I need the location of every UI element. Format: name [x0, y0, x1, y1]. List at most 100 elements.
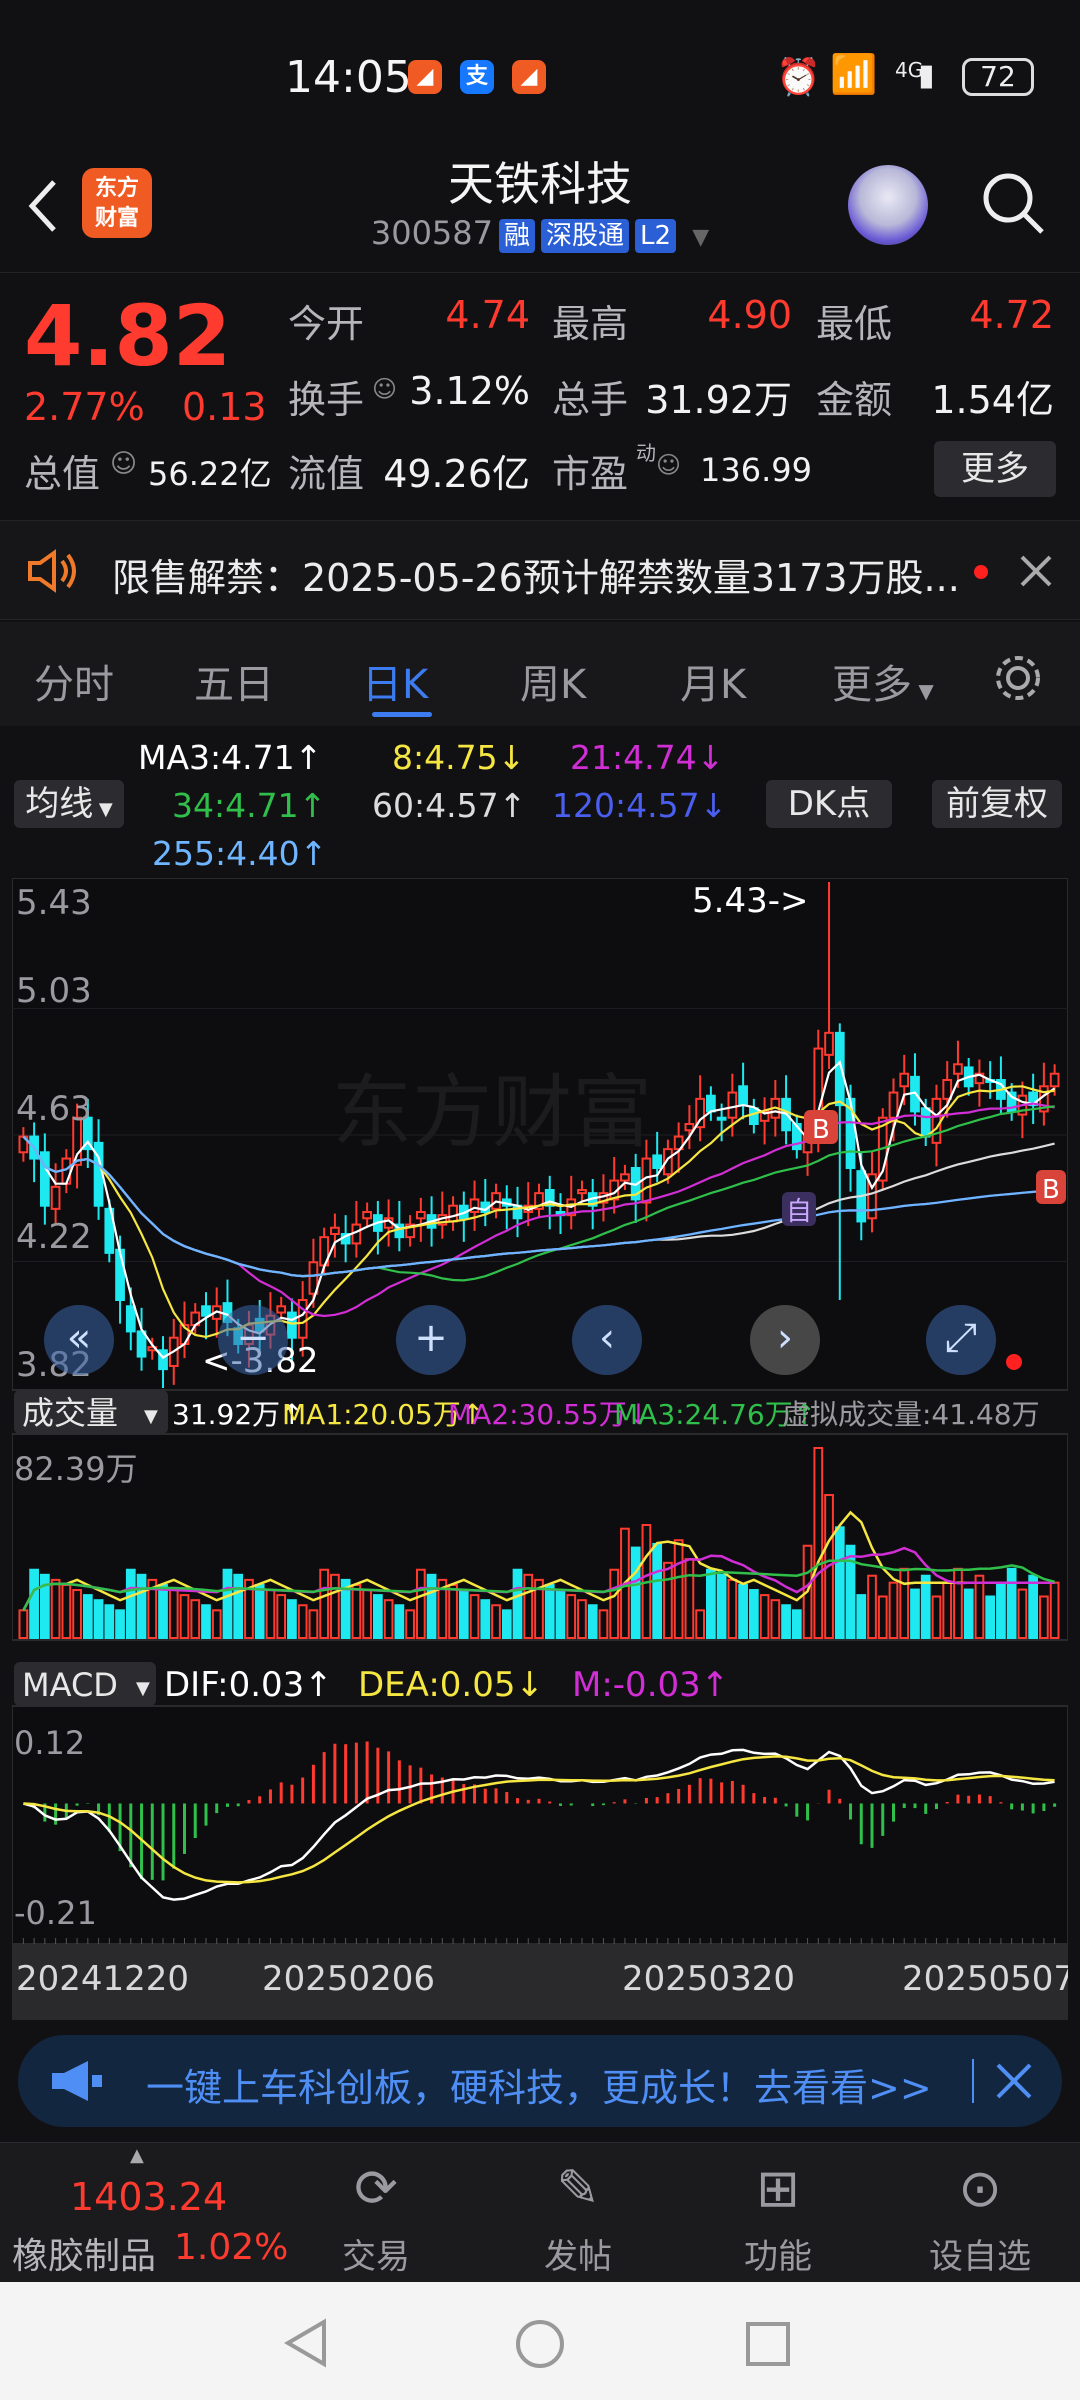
x-label-3: 20250320 [622, 1959, 795, 1999]
candle-body [899, 1072, 910, 1088]
promo-banner[interactable]: 一键上车科创板，硬科技，更成长！去看看>> [18, 2035, 1062, 2127]
info-icon[interactable]: ☺ [110, 449, 137, 479]
sector-index[interactable]: ▲ 1403.24 橡胶制品 1.02% [0, 2143, 290, 2283]
tab-weekly-k[interactable]: 周K [520, 652, 586, 710]
amount-value: 1.54亿 [931, 378, 1054, 422]
info-icon[interactable]: ☺ [656, 451, 681, 479]
scroll-left-button[interactable]: ‹ [572, 1305, 642, 1375]
assistant-avatar[interactable] [848, 165, 928, 245]
candle-body [716, 1116, 727, 1121]
candle-body [276, 1305, 287, 1314]
volume-bar [781, 1604, 791, 1639]
status-bar: 14:05 ◢ 支 ◢ ⏰ 📶 4G ▮ 72 [0, 0, 1080, 140]
candle-body [448, 1204, 458, 1223]
tab-more[interactable]: 更多 ▼ [832, 652, 934, 710]
svg-text:B: B [812, 1115, 830, 1145]
max-price-label: 5.43-> [692, 881, 808, 921]
search-icon[interactable] [980, 170, 1046, 236]
volume-bar [125, 1568, 136, 1640]
x-label-4: 20250507 [902, 1959, 1068, 1999]
back-triangle-icon[interactable] [282, 2318, 330, 2368]
caret-down-icon: ▼ [912, 679, 934, 703]
scroll-left-fast-button[interactable]: « [44, 1305, 114, 1375]
zoom-out-button[interactable]: − [218, 1305, 288, 1375]
sector-name: 橡胶制品 [12, 2236, 157, 2277]
status-time: 14:05 [285, 52, 412, 103]
fullscreen-button[interactable]: ⤢ [926, 1305, 996, 1375]
close-icon[interactable] [1018, 553, 1054, 589]
unread-dot [974, 565, 988, 579]
zoom-in-button[interactable]: + [396, 1305, 466, 1375]
chevron-down-icon[interactable]: ▼ [692, 225, 709, 250]
buy-marker-2[interactable]: B [1036, 1170, 1066, 1205]
candle-body [1049, 1072, 1060, 1088]
active-tab-indicator [372, 712, 432, 717]
candle-body [748, 1107, 759, 1126]
quote-panel: 4.82 2.77% 0.13 总值 ☺ 56.22亿 今开 4.74 最高 4… [0, 272, 1080, 512]
tab-daily-k[interactable]: 日K [362, 652, 428, 710]
tab-five-day[interactable]: 五日 [194, 652, 274, 710]
volume-bar [791, 1609, 802, 1639]
svg-text:B: B [1042, 1175, 1060, 1205]
open-value: 4.74 [445, 293, 530, 337]
float-value: 49.26亿 [383, 452, 530, 496]
ma21-value: 21:4.74↓ [570, 738, 725, 777]
candle-body [727, 1091, 738, 1119]
pe-label: 市盈 [552, 452, 629, 496]
nav-add-watchlist[interactable]: ⊙ 设自选 [910, 2149, 1050, 2278]
close-icon[interactable] [994, 2061, 1034, 2101]
promo-divider [972, 2059, 974, 2103]
volume-bar [1006, 1567, 1017, 1639]
ma8-value: 8:4.75↓ [392, 738, 526, 777]
volume-bar [82, 1594, 93, 1639]
forward-adjust-button[interactable]: 前复权 [932, 780, 1062, 828]
candle-body [931, 1097, 942, 1144]
nav-post[interactable]: ✎ 发帖 [508, 2149, 648, 2278]
candle-body [824, 1031, 834, 1056]
period-tabs: 分时 五日 日K 周K 月K 更多 ▼ [0, 622, 1080, 726]
gear-icon[interactable] [990, 650, 1046, 706]
volume-value: 31.92万 [645, 378, 792, 422]
volume-bar [587, 1604, 598, 1639]
volume-bar [136, 1573, 147, 1640]
volume-bar [458, 1589, 469, 1640]
tab-intraday[interactable]: 分时 [34, 652, 114, 710]
x-label-1: 20241220 [16, 1959, 189, 1999]
candle-body [920, 1107, 931, 1138]
volume-bar [555, 1589, 566, 1640]
dk-point-button[interactable]: DK点 [766, 780, 892, 828]
scroll-right-button[interactable]: › [750, 1305, 820, 1375]
watermark: 东方财富 [332, 1066, 652, 1159]
volume-bar [630, 1546, 641, 1640]
self-select-marker[interactable]: 自 [782, 1192, 816, 1227]
kline-chart[interactable]: 东方财富 5.43 5.03 4.63 4.22 3.82 5.43-> <-3… [12, 878, 1068, 2020]
candle-body [415, 1211, 426, 1220]
ma-selector[interactable]: 均线 ▼ [14, 780, 124, 828]
bottom-toolbar: ▲ 1403.24 橡胶制品 1.02% ⟳ 交易 ✎ 发帖 ⊞ 功能 ⊙ 设自… [0, 2142, 1080, 2282]
info-icon[interactable]: ☺ [372, 375, 397, 403]
candle-body [888, 1091, 899, 1119]
volume-bar [372, 1594, 383, 1639]
mcap-label: 总值 [24, 452, 101, 496]
amount-label: 金额 [816, 378, 893, 422]
volume-bar [480, 1599, 491, 1639]
volume-bar [29, 1568, 39, 1640]
candle-body [50, 1185, 61, 1210]
nav-functions[interactable]: ⊞ 功能 [708, 2149, 848, 2278]
home-circle-icon[interactable] [514, 2318, 566, 2370]
tab-monthly-k[interactable]: 月K [680, 652, 746, 710]
buy-marker[interactable]: B [804, 1110, 838, 1145]
connect-tag: 深股通 [541, 219, 630, 253]
status-dot [1006, 1354, 1022, 1370]
volume-bar [501, 1609, 512, 1639]
system-navigation-bar [0, 2282, 1080, 2400]
volume-bar [544, 1583, 555, 1640]
nav-trade[interactable]: ⟳ 交易 [306, 2149, 446, 2278]
signal-icon: ▮ [918, 58, 935, 93]
more-quote-button[interactable]: 更多 [934, 441, 1056, 497]
speaker-icon [28, 549, 76, 593]
volume-bar [920, 1574, 931, 1640]
volume-label: 总手 [552, 378, 629, 422]
lockup-notice-bar[interactable]: 限售解禁：2025-05-26预计解禁数量3173万股... [0, 520, 1080, 620]
recents-square-icon[interactable] [744, 2320, 792, 2368]
